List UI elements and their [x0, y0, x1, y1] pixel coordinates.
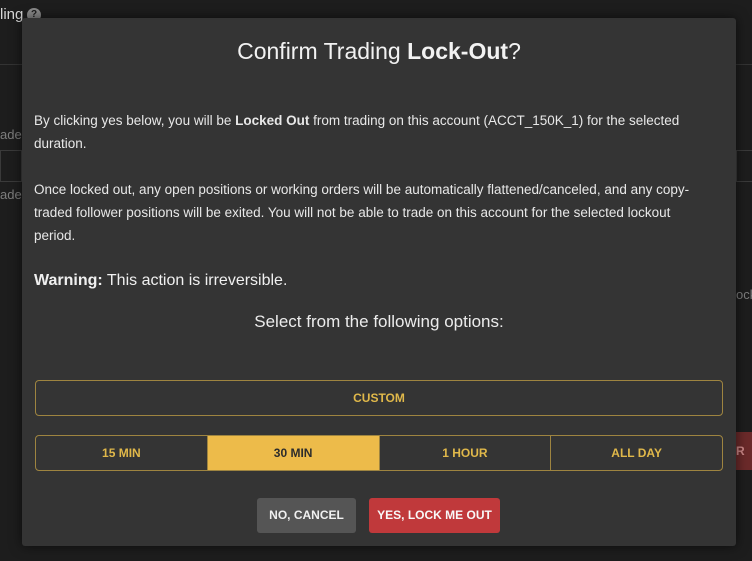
dialog-title-prefix: Confirm Trading: [237, 38, 408, 64]
description-text: By clicking yes below, you will be: [34, 113, 236, 128]
warning-text: This action is irreversible.: [102, 272, 288, 289]
description-paragraph: By clicking yes below, you will be Locke…: [34, 109, 714, 155]
background-title: ling: [0, 6, 24, 23]
background-panel: [736, 150, 752, 182]
custom-duration-button[interactable]: CUSTOM: [35, 380, 723, 416]
duration-1-hour-button[interactable]: 1 HOUR: [380, 436, 552, 470]
dialog-title-bold: Lock-Out: [407, 38, 509, 64]
warning-message: Warning: This action is irreversible.: [34, 272, 287, 290]
background-label: ock: [736, 287, 752, 302]
duration-15-min-button[interactable]: 15 MIN: [36, 436, 208, 470]
lockout-confirm-dialog: Confirm Trading Lock-Out? By clicking ye…: [22, 18, 736, 546]
lock-me-out-button[interactable]: YES, LOCK ME OUT: [369, 498, 500, 533]
options-heading: Select from the following options:: [254, 312, 504, 331]
dialog-title: Confirm Trading Lock-Out?: [22, 38, 736, 65]
warning-label: Warning:: [34, 272, 103, 289]
background-panel: [0, 150, 22, 182]
duration-30-min-button[interactable]: 30 MIN: [207, 436, 380, 470]
duration-options: 15 MIN 30 MIN 1 HOUR ALL DAY: [35, 435, 723, 471]
dialog-title-suffix: ?: [508, 38, 521, 64]
description-bold: Locked Out: [235, 113, 310, 128]
duration-all-day-button[interactable]: ALL DAY: [551, 436, 722, 470]
cancel-button[interactable]: NO, CANCEL: [257, 498, 356, 533]
background-red-button[interactable]: R D: [736, 432, 752, 470]
consequence-paragraph: Once locked out, any open positions or w…: [34, 182, 690, 243]
